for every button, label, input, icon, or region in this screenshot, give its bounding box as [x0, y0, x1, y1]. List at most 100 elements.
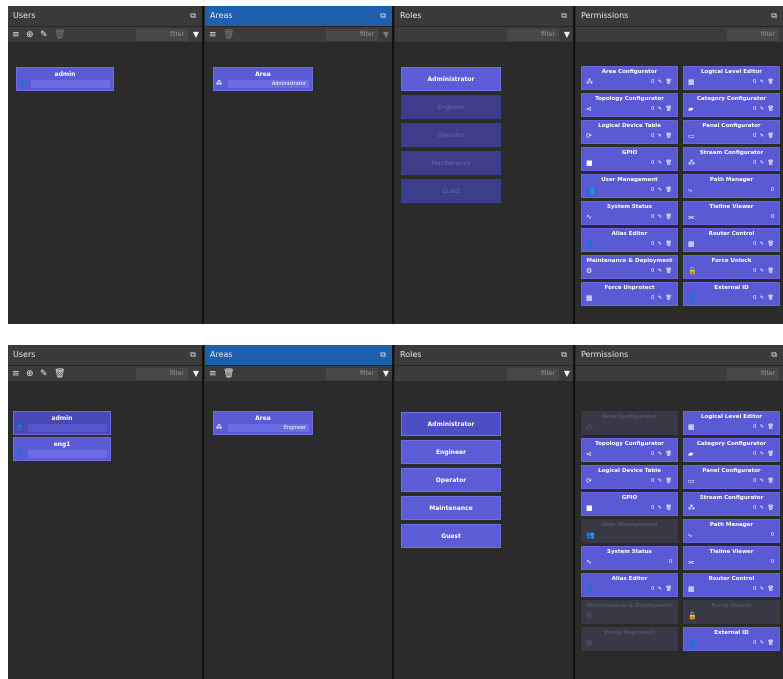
permission-card[interactable]: Area Configurator ⁂: [581, 411, 678, 435]
permission-card[interactable]: Logical Device Table ⟳ 0 ✎ 🗑: [581, 465, 678, 489]
permission-actions[interactable]: 0 ✎ 🗑: [651, 450, 673, 458]
area-card[interactable]: Area ⁂ Engineer: [213, 411, 313, 435]
permission-actions[interactable]: 0 ✎ 🗑: [651, 132, 673, 140]
permission-card[interactable]: Path Manager ⤷ 0: [683, 174, 780, 198]
permission-card[interactable]: Stream Configurator ⁂ 0 ✎ 🗑: [683, 492, 780, 516]
permission-card[interactable]: Panel Configurator ▭ 0 ✎ 🗑: [683, 120, 780, 144]
permissions-filter-input[interactable]: filter: [727, 368, 779, 380]
permission-card[interactable]: GPIO ■ 0 ✎ 🗑: [581, 492, 678, 516]
permission-actions[interactable]: 0 ✎ 🗑: [753, 450, 775, 458]
permission-card[interactable]: Force Unprotect ▦ 0 ✎ 🗑: [581, 282, 678, 306]
edit-icon[interactable]: ✎: [40, 27, 48, 43]
permission-actions[interactable]: 0 ✎ 🗑: [651, 159, 673, 167]
permission-card[interactable]: Force Unprotect ▦: [581, 627, 678, 651]
permission-actions[interactable]: 0 ✎ 🗑: [651, 78, 673, 86]
user-detail[interactable]: [31, 80, 110, 88]
permission-actions[interactable]: 0 ✎ 🗑: [753, 240, 775, 248]
list-icon[interactable]: ≡: [209, 366, 217, 382]
popout-icon[interactable]: ⧉: [561, 345, 567, 365]
permission-actions[interactable]: 0 ✎ 🗑: [651, 294, 673, 302]
user-card[interactable]: eng1 👤: [13, 437, 111, 461]
role-administrator[interactable]: Administrator: [401, 67, 501, 91]
edit-icon[interactable]: ✎: [40, 366, 48, 382]
permission-actions[interactable]: 0: [669, 558, 673, 566]
permission-card[interactable]: Stream Configurator ⁂ 0 ✎ 🗑: [683, 147, 780, 171]
popout-icon[interactable]: ⧉: [380, 6, 386, 26]
permission-card[interactable]: Area Configurator ⁂ 0 ✎ 🗑: [581, 66, 678, 90]
permission-actions[interactable]: 0 ✎ 🗑: [651, 585, 673, 593]
area-value[interactable]: Administrator: [228, 80, 309, 88]
permission-actions[interactable]: 0 ✎ 🗑: [651, 477, 673, 485]
permission-card[interactable]: Force Unlock 🔓: [683, 600, 780, 624]
permission-card[interactable]: Category Configurator ▰ 0 ✎ 🗑: [683, 438, 780, 462]
permission-actions[interactable]: 0 ✎ 🗑: [651, 186, 673, 194]
trash-icon[interactable]: 🗑: [223, 27, 234, 43]
funnel-icon[interactable]: ▼: [383, 27, 389, 43]
permission-actions[interactable]: 0 ✎ 🗑: [753, 477, 775, 485]
permission-actions[interactable]: 0: [771, 213, 775, 221]
permission-actions[interactable]: 0 ✎ 🗑: [651, 240, 673, 248]
role-engineer[interactable]: Engineer: [401, 440, 501, 464]
permission-actions[interactable]: 0 ✎ 🗑: [753, 585, 775, 593]
permission-actions[interactable]: 0 ✎ 🗑: [753, 423, 775, 431]
funnel-icon[interactable]: ▼: [564, 366, 570, 382]
role-operator[interactable]: Operator: [401, 123, 501, 147]
roles-filter-input[interactable]: filter: [507, 368, 559, 380]
user-card[interactable]: admin 👤: [16, 67, 114, 91]
permission-actions[interactable]: 0 ✎ 🗑: [753, 132, 775, 140]
trash-icon[interactable]: 🗑: [54, 366, 65, 382]
funnel-icon[interactable]: ▼: [383, 366, 389, 382]
permission-card[interactable]: Force Unlock 🔓 0 ✎ 🗑: [683, 255, 780, 279]
permission-card[interactable]: Panel Configurator ▭ 0 ✎ 🗑: [683, 465, 780, 489]
permission-actions[interactable]: 0 ✎ 🗑: [753, 78, 775, 86]
permission-actions[interactable]: 0 ✎ 🗑: [753, 159, 775, 167]
list-icon[interactable]: ≡: [209, 27, 217, 43]
permission-card[interactable]: User Management 👥: [581, 519, 678, 543]
trash-icon[interactable]: 🗑: [223, 366, 234, 382]
permission-card[interactable]: Path Manager ⤷ 0: [683, 519, 780, 543]
permission-card[interactable]: System Status ∿ 0 ✎ 🗑: [581, 201, 678, 225]
list-icon[interactable]: ≡: [12, 366, 20, 382]
area-value[interactable]: Engineer: [228, 424, 309, 432]
permission-card[interactable]: Tieline Viewer ⫘ 0: [683, 546, 780, 570]
permission-card[interactable]: Logical Device Table ⟳ 0 ✎ 🗑: [581, 120, 678, 144]
permission-card[interactable]: GPIO ■ 0 ✎ 🗑: [581, 147, 678, 171]
permission-card[interactable]: Router Control ▦ 0 ✎ 🗑: [683, 573, 780, 597]
area-card[interactable]: Area ⁂ Administrator: [213, 67, 313, 91]
areas-filter-input[interactable]: filter: [326, 29, 378, 41]
funnel-icon[interactable]: ▼: [193, 27, 199, 43]
role-maintenance[interactable]: Maintenance: [401, 496, 501, 520]
permission-card[interactable]: Logical Level Editor ▦ 0 ✎ 🗑: [683, 66, 780, 90]
add-icon[interactable]: ⊕: [26, 366, 34, 382]
list-icon[interactable]: ≡: [12, 27, 20, 43]
trash-icon[interactable]: 🗑: [54, 27, 65, 43]
funnel-icon[interactable]: ▼: [564, 27, 570, 43]
permission-actions[interactable]: 0 ✎ 🗑: [753, 504, 775, 512]
permission-card[interactable]: Alias Editor 👤 0 ✎ 🗑: [581, 228, 678, 252]
permission-actions[interactable]: 0 ✎ 🗑: [753, 267, 775, 275]
permission-card[interactable]: System Status ∿ 0: [581, 546, 678, 570]
role-engineer[interactable]: Engineer: [401, 95, 501, 119]
permission-card[interactable]: External ID 👤 0 ✎ 🗑: [683, 627, 780, 651]
permission-card[interactable]: User Management 👥 0 ✎ 🗑: [581, 174, 678, 198]
role-administrator[interactable]: Administrator: [401, 412, 501, 436]
user-detail[interactable]: [28, 450, 107, 458]
permission-actions[interactable]: 0 ✎ 🗑: [651, 105, 673, 113]
permission-actions[interactable]: 0: [771, 186, 775, 194]
role-maintenance[interactable]: Maintenance: [401, 151, 501, 175]
popout-icon[interactable]: ⧉: [771, 345, 777, 365]
popout-icon[interactable]: ⧉: [380, 345, 386, 365]
permission-card[interactable]: External ID 👤 0 ✎ 🗑: [683, 282, 780, 306]
permission-card[interactable]: Topology Configurator ⋖ 0 ✎ 🗑: [581, 93, 678, 117]
permission-actions[interactable]: 0 ✎ 🗑: [651, 504, 673, 512]
role-guest[interactable]: Guest: [401, 179, 501, 203]
permissions-filter-input[interactable]: filter: [727, 29, 779, 41]
permission-actions[interactable]: 0 ✎ 🗑: [651, 267, 673, 275]
popout-icon[interactable]: ⧉: [190, 345, 196, 365]
popout-icon[interactable]: ⧉: [190, 6, 196, 26]
user-detail[interactable]: [28, 424, 107, 432]
permission-card[interactable]: Alias Editor 👤 0 ✎ 🗑: [581, 573, 678, 597]
roles-filter-input[interactable]: filter: [507, 29, 559, 41]
permission-actions[interactable]: 0: [771, 558, 775, 566]
role-operator[interactable]: Operator: [401, 468, 501, 492]
